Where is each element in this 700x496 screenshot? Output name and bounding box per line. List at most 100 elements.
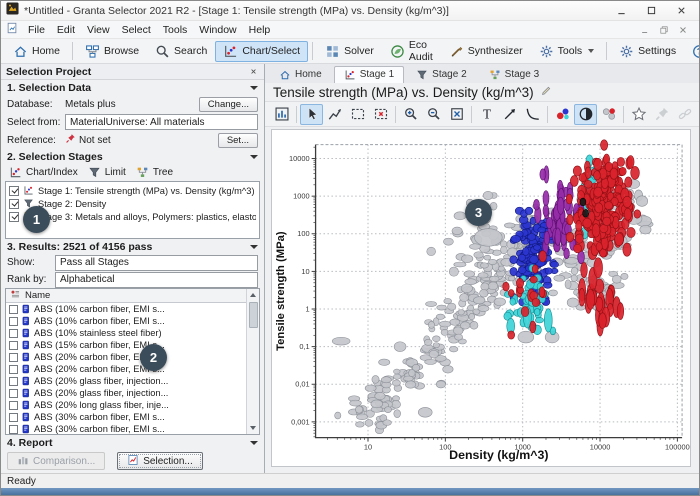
toolbar-search-button[interactable]: Search [147,41,215,62]
chart-tool-color-materials[interactable] [551,104,574,125]
chart-tool-chart-options[interactable] [270,104,293,125]
results-heading[interactable]: 3. Results: 2521 of 4156 pass [1,239,264,254]
tab-stage-3[interactable]: Stage 3 [479,66,549,83]
material-row[interactable]: ABS (20% glass fiber, injection... [6,387,245,399]
selection-data-heading[interactable]: 1. Selection Data [1,80,264,95]
mdi-close-button[interactable] [678,23,691,36]
chart-canvas[interactable]: 101001000100001000001000010001001010,10,… [271,129,691,467]
minimize-button[interactable] [609,1,639,20]
stage-row-1[interactable]: Stage 1: Tensile strength (MPa) vs. Dens… [9,184,256,197]
scrollbar-thumb[interactable] [249,302,258,328]
stage-row-2[interactable]: Stage 2: Density [9,197,256,210]
material-row[interactable]: ABS (30% carbon fiber, EMI s... [6,411,245,423]
stage-tool-tree[interactable]: Tree [136,166,173,179]
rank-by-dropdown[interactable]: Alphabetical [55,272,258,288]
material-checkbox[interactable] [9,377,18,386]
tab-stage-1[interactable]: Stage 1 [334,66,404,83]
chart-tool-annotate[interactable] [696,104,700,125]
toolbar-solver-button[interactable]: Solver [317,41,382,62]
menu-edit[interactable]: Edit [51,23,81,37]
close-button[interactable] [669,1,699,20]
stage-checkbox[interactable] [9,212,19,222]
show-dropdown[interactable]: Pass all Stages [55,255,258,271]
chart-tool-favorites[interactable] [627,104,650,125]
svg-text:100: 100 [297,229,309,238]
results-list-header[interactable]: Name [6,289,259,303]
toolbar-help-button[interactable]: ?Help [684,41,700,62]
maximize-button[interactable] [639,1,669,20]
material-checkbox[interactable] [9,353,18,362]
material-row[interactable]: ABS (20% carbon fiber, EMI s... [6,363,245,375]
material-checkbox[interactable] [9,401,18,410]
results-scrollbar[interactable] [246,289,259,434]
toolbar-browse-button[interactable]: Browse [77,41,147,62]
star-icon [631,106,647,122]
scroll-up-button[interactable] [247,289,260,301]
set-reference-button[interactable]: Set... [218,133,258,148]
menu-view[interactable]: View [81,23,116,37]
material-row[interactable]: ABS (15% carbon fiber, EMI s... [6,339,245,351]
tab-stage-2[interactable]: Stage 2 [406,66,476,83]
doc-blue-icon [21,364,31,374]
material-row[interactable]: ABS (20% carbon fiber, EMI s... [6,351,245,363]
toolbar-chart-select-button[interactable]: Chart/Select [215,41,308,62]
stage-tool-limit[interactable]: Limit [88,166,126,179]
chart-tool-text-annotation[interactable]: T [475,104,498,125]
edit-title-icon-slot[interactable] [540,84,552,102]
chart-tool-box-deselect[interactable] [369,104,392,125]
menu-select[interactable]: Select [116,23,157,37]
material-row[interactable]: ABS (30% carbon fiber, EMI s... [6,423,245,434]
material-checkbox[interactable] [9,389,18,398]
chart-tool-zoom-out[interactable] [422,104,445,125]
toolbar-settings-button[interactable]: Settings [611,41,684,62]
toolbar-synthesizer-button[interactable]: Synthesizer [441,41,531,62]
menu-file[interactable]: File [22,23,51,37]
tab-home[interactable]: Home [269,66,332,83]
material-checkbox[interactable] [9,329,18,338]
stage-checkbox[interactable] [9,186,19,196]
chart-tool-arrow-annotation[interactable] [498,104,521,125]
toolbar-home-button[interactable]: Home [5,41,68,62]
stage-tool-chart-index[interactable]: Chart/Index [9,166,78,179]
chart-tool-curve-annotation[interactable] [521,104,544,125]
scroll-down-button[interactable] [247,422,260,434]
comparison-button[interactable]: Comparison... [7,452,105,470]
stage-checkbox[interactable] [9,199,19,209]
menu-window[interactable]: Window [193,23,242,37]
material-row[interactable]: ABS (10% carbon fiber, EMI s... [6,315,245,327]
chart-tool-pin[interactable] [650,104,673,125]
mdi-minimize-button[interactable] [640,23,653,36]
material-checkbox[interactable] [9,317,18,326]
toolbar-eco-audit-button[interactable]: Eco Audit [382,41,441,62]
chart-tool-box-select[interactable] [346,104,369,125]
chart-tool-black-white-display[interactable] [574,104,597,125]
material-checkbox[interactable] [9,413,18,422]
selection-button[interactable]: Selection... [117,452,202,470]
chart-tool-link[interactable] [673,104,696,125]
chart-tool-polyline-select[interactable] [323,104,346,125]
select-from-dropdown[interactable]: MaterialUniverse: All materials [65,114,258,130]
material-checkbox[interactable] [9,305,18,314]
change-database-button[interactable]: Change... [199,97,258,112]
menu-help[interactable]: Help [243,23,277,37]
toolbar-separator [72,42,73,60]
menu-tools[interactable]: Tools [157,23,194,37]
chart-tool-cursor[interactable] [300,104,323,125]
material-row[interactable]: ABS (10% stainless steel fiber) [6,327,245,339]
results-list: Name ABS (10% carbon fiber, EMI s...ABS … [5,288,260,435]
chart-tool-zoom-extents[interactable] [445,104,468,125]
mdi-restore-button[interactable] [659,23,672,36]
selection-stages-heading[interactable]: 2. Selection Stages [1,149,264,164]
material-checkbox[interactable] [9,365,18,374]
material-checkbox[interactable] [9,425,18,434]
material-row[interactable]: ABS (20% glass fiber, injection... [6,375,245,387]
chart-tool-highlight-record[interactable] [597,104,620,125]
toolbar-tools-button[interactable]: Tools [531,41,603,62]
chart-tool-zoom-in[interactable] [399,104,422,125]
box-deselect-icon [373,106,389,122]
material-row[interactable]: ABS (10% carbon fiber, EMI s... [6,303,245,315]
report-heading[interactable]: 4. Report [1,435,264,450]
close-panel-button[interactable] [247,66,259,78]
material-checkbox[interactable] [9,341,18,350]
material-row[interactable]: ABS (20% long glass fiber, inje... [6,399,245,411]
